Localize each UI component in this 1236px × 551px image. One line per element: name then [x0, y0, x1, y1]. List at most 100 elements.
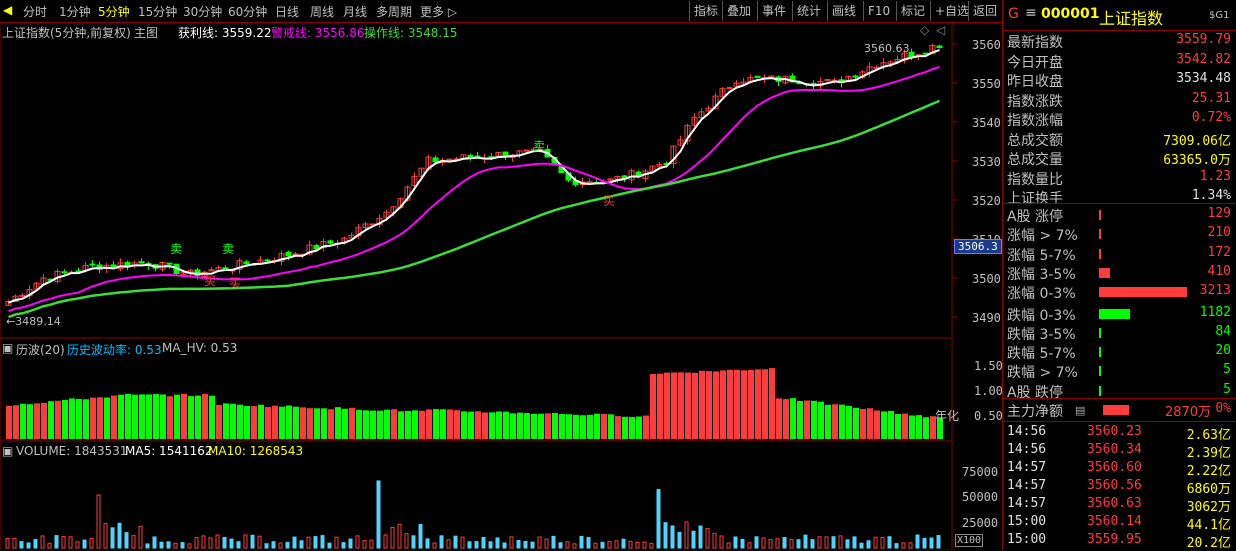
period-tab-60min[interactable]: 60分钟: [228, 3, 267, 20]
stat-label: 指数涨跌: [1007, 93, 1063, 110]
period-tab-more[interactable]: 更多 ▷: [420, 3, 457, 20]
main-chart-label[interactable]: 主图: [134, 24, 158, 41]
breadth-up-row[interactable]: 涨幅 5-7% 172: [1007, 245, 1233, 264]
hv-bar: [251, 406, 257, 439]
tick-price: 3560.34: [1087, 442, 1142, 457]
period-tab-5min[interactable]: 5分钟: [98, 3, 130, 20]
breadth-bar: [1099, 287, 1187, 298]
candle-body: [243, 261, 250, 265]
hv-bar: [762, 369, 768, 439]
hv-bar: [132, 394, 138, 439]
event-button[interactable]: 事件: [757, 1, 790, 21]
hv-bar: [496, 411, 502, 439]
hv-bar: [118, 394, 124, 439]
tick-amount: 6860万: [1186, 482, 1231, 497]
volume-bar: [558, 542, 563, 549]
breadth-down-row[interactable]: 跌幅 3-5% 84: [1007, 324, 1233, 343]
volume-bar: [292, 536, 297, 549]
f10-button[interactable]: F10: [863, 1, 894, 21]
breadth-label: 跌幅 5-7%: [1007, 346, 1076, 363]
hv-bar: [769, 368, 775, 439]
period-tab-30min[interactable]: 30分钟: [183, 3, 222, 20]
hv-bar: [538, 413, 544, 439]
period-tab-1min[interactable]: 1分钟: [59, 3, 91, 20]
hv-bar: [405, 410, 411, 439]
volume-bar: [439, 535, 444, 549]
chart-area[interactable]: 上证指数(5分钟,前复权) 主图 获利线: 3559.22 警戒线: 3556.…: [0, 22, 1003, 550]
hv-bar: [734, 369, 740, 439]
mark-button[interactable]: 标记: [896, 1, 929, 21]
volume-bar: [803, 534, 808, 549]
collapse-icon[interactable]: ◁: [936, 23, 945, 37]
breadth-down-row[interactable]: 跌幅 > 7% 5: [1007, 362, 1233, 381]
sell-signal-label: 卖: [170, 242, 183, 256]
hv-bar: [293, 406, 299, 439]
hv-bar: [342, 408, 348, 439]
kline-svg[interactable]: [0, 22, 1002, 550]
security-tag: $G1: [1209, 10, 1230, 21]
volume-bar: [236, 541, 241, 549]
hv-bar: [622, 416, 628, 439]
period-tab-weekly[interactable]: 周线: [310, 3, 334, 20]
volume-bar: [824, 536, 829, 549]
hv-bar: [55, 400, 61, 439]
candle-body: [61, 271, 68, 274]
breadth-bar: [1099, 229, 1102, 240]
breadth-down-row[interactable]: 跌幅 5-7% 20: [1007, 343, 1233, 362]
divider: [1003, 203, 1236, 204]
hv-bar: [895, 414, 901, 439]
volume-bar: [537, 536, 542, 549]
volume-bar: [341, 542, 346, 549]
indicator-button[interactable]: 指标: [689, 1, 722, 21]
hv-bar: [559, 414, 565, 439]
period-tab-daily[interactable]: 日线: [275, 3, 299, 20]
period-toolbar: ◀ 分时 1分钟 5分钟 15分钟 30分钟 60分钟 日线 周线 月线 多周期…: [0, 0, 1002, 23]
breadth-up-row[interactable]: 涨幅 0-3% 3213: [1007, 283, 1233, 302]
hv-toggle-icon[interactable]: ▣: [2, 341, 13, 355]
stat-value: 3534.48: [1176, 71, 1231, 86]
volume-bar: [565, 541, 570, 549]
breadth-label: 涨幅 5-7%: [1007, 247, 1076, 264]
breadth-up-row[interactable]: 涨幅 3-5% 410: [1007, 264, 1233, 283]
breadth-value: 5: [1223, 362, 1231, 378]
diamond-icon[interactable]: ◇: [920, 23, 929, 37]
tick-time: 14:56: [1007, 442, 1047, 457]
profit-line: [8, 49, 940, 304]
overlay-button[interactable]: 叠加: [722, 1, 755, 21]
hv-bar: [517, 412, 523, 439]
main-flow-label: 主力净额: [1007, 404, 1063, 420]
period-tab-15min[interactable]: 15分钟: [138, 3, 177, 20]
breadth-bar: [1099, 248, 1102, 259]
breadth-label: 涨幅 0-3%: [1007, 286, 1076, 303]
volume-bar: [572, 543, 577, 549]
stats-button[interactable]: 统计: [792, 1, 825, 21]
hv-bar: [6, 405, 12, 439]
volume-bar: [418, 523, 423, 549]
volume-bar: [215, 534, 220, 549]
back-button[interactable]: 返回: [968, 1, 1001, 21]
breadth-up-row[interactable]: 涨幅 > 7% 210: [1007, 225, 1233, 244]
period-tab-monthly[interactable]: 月线: [343, 3, 367, 20]
hv-bar: [419, 410, 425, 439]
breadth-up-row[interactable]: A股 涨停 129: [1007, 206, 1233, 225]
hv-bar: [230, 403, 236, 439]
menu-icon[interactable]: ≡: [1025, 5, 1037, 21]
hv-bar: [104, 397, 110, 439]
hv-bar: [790, 398, 796, 439]
period-tab-multi[interactable]: 多周期: [376, 3, 412, 20]
volume-bar: [432, 542, 437, 549]
breadth-down-row[interactable]: 跌幅 0-3% 1182: [1007, 305, 1233, 324]
list-icon[interactable]: ▤: [1075, 404, 1085, 417]
hv-bar: [237, 404, 243, 439]
main-flow-row[interactable]: 主力净额 ▤ 2870万 0%: [1007, 401, 1233, 420]
badge-icon[interactable]: G: [1008, 6, 1019, 22]
volume-toggle-icon[interactable]: ▣: [2, 444, 13, 458]
volume-bar: [831, 536, 836, 549]
hv-bar: [90, 397, 96, 439]
add-watchlist-button[interactable]: +自选: [930, 1, 973, 21]
period-tab-timeshare[interactable]: 分时: [23, 3, 47, 20]
toolbar-arrow-icon[interactable]: ◀: [3, 3, 12, 17]
volume-bar: [117, 522, 122, 549]
draw-line-button[interactable]: 画线: [827, 1, 860, 21]
volume-bar: [782, 537, 787, 549]
